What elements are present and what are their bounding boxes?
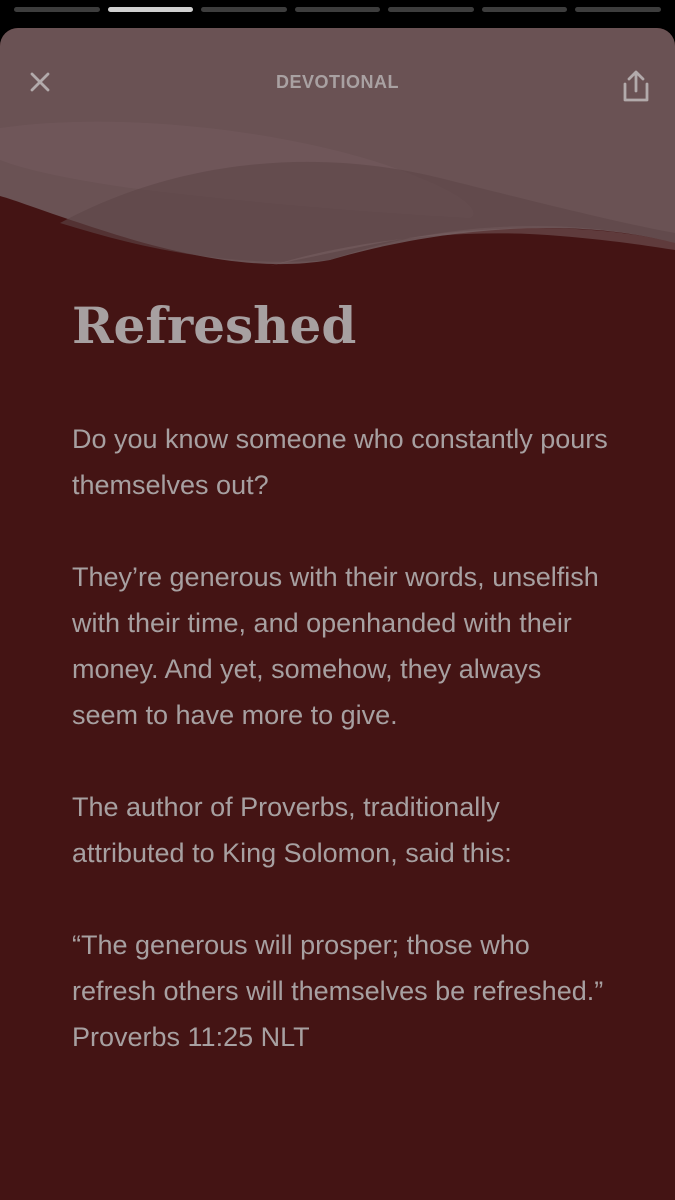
scripture-reference: Proverbs 11:25 NLT [72, 1022, 310, 1052]
progress-segment [575, 7, 662, 12]
story-progress-bar [14, 7, 662, 13]
progress-segment-active [107, 7, 194, 12]
paragraph-author: The author of Proverbs, traditionally at… [72, 792, 512, 868]
devotional-card: DEVOTIONAL Refreshed Do you know someone… [0, 28, 675, 1200]
devotional-body: Do you know someone who constantly pours… [72, 416, 612, 1060]
paragraph-intro: Do you know someone who constantly pours… [72, 424, 608, 500]
scripture-quote: “The generous will prosper; those who re… [72, 930, 604, 1006]
progress-segment [14, 7, 100, 12]
progress-segment [294, 7, 381, 12]
header-bar: DEVOTIONAL [0, 28, 675, 138]
paragraph-generous: They’re generous with their words, unsel… [72, 562, 599, 730]
header-title: DEVOTIONAL [275, 72, 399, 92]
devotional-title: Refreshed [72, 296, 357, 355]
share-icon [623, 70, 649, 102]
progress-segment [481, 7, 568, 12]
progress-segment [201, 7, 287, 12]
progress-segment [388, 7, 474, 12]
share-button[interactable] [617, 66, 655, 106]
devotional-content: Refreshed Do you know someone who consta… [72, 294, 612, 1060]
